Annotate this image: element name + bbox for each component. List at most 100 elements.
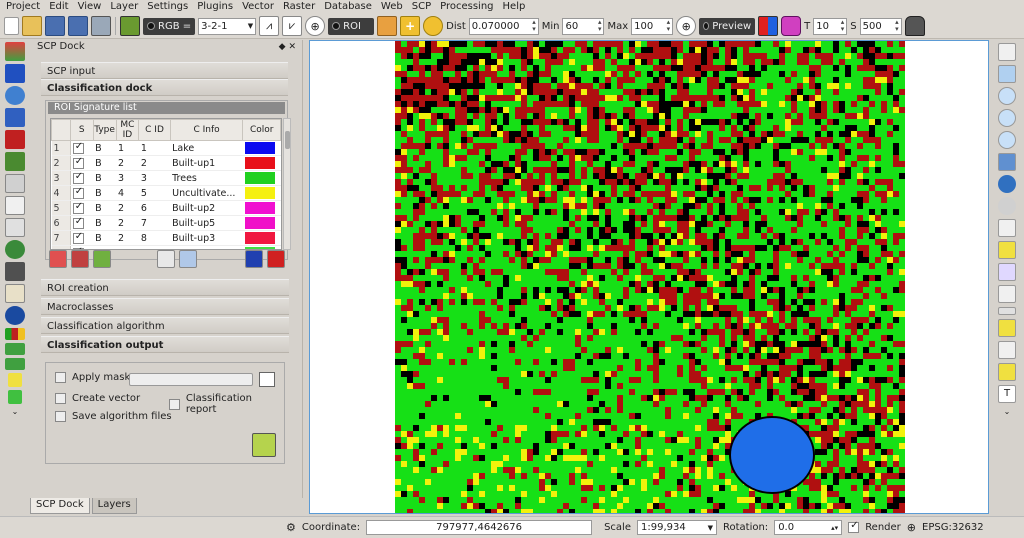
- chart-bars-icon[interactable]: [5, 328, 25, 340]
- table-row[interactable]: 2B22Built-up1: [51, 155, 281, 171]
- checkbox-box[interactable]: [72, 141, 84, 154]
- rotation-spinbox[interactable]: 0.0 ▴▾: [774, 520, 843, 535]
- map-canvas[interactable]: [309, 40, 989, 514]
- checkbox-box[interactable]: [55, 393, 66, 404]
- checkbox-box[interactable]: [72, 201, 84, 214]
- zoom-in-icon[interactable]: [998, 87, 1016, 105]
- checkbox-box[interactable]: [72, 186, 84, 199]
- dist-spinbox[interactable]: 0.070000 ▴ ▾: [468, 17, 539, 35]
- row-color[interactable]: [242, 215, 281, 231]
- text-annotation-icon[interactable]: T: [998, 385, 1016, 403]
- table-row[interactable]: 7B28Built-up3: [51, 230, 281, 246]
- mask-file-input[interactable]: [129, 373, 253, 386]
- scrollbar-thumb[interactable]: [285, 131, 290, 149]
- menu-help[interactable]: Help: [500, 0, 532, 14]
- calculate-signatures-icon[interactable]: [93, 250, 111, 268]
- column-header-type[interactable]: Type: [92, 119, 117, 141]
- new-project-icon[interactable]: [4, 17, 19, 35]
- menu-settings[interactable]: Settings: [144, 0, 194, 14]
- roi-toggle[interactable]: ROI: [328, 17, 375, 35]
- column-header-c-info[interactable]: C Info: [169, 119, 244, 141]
- menu-project[interactable]: Project: [3, 0, 46, 14]
- add-roi-point-icon[interactable]: +: [400, 16, 421, 36]
- menu-processing[interactable]: Processing: [437, 0, 499, 14]
- table-row[interactable]: 4B45Uncultivate...: [51, 185, 281, 201]
- spectral-plot-icon[interactable]: [5, 196, 25, 215]
- run-classification-button[interactable]: [252, 433, 276, 457]
- band-processing-icon[interactable]: [5, 130, 25, 149]
- column-header-color[interactable]: Color: [242, 119, 281, 141]
- checkbox-box[interactable]: [55, 372, 66, 383]
- table-row[interactable]: 1B11Lake: [51, 140, 281, 156]
- band-set-icon[interactable]: [120, 16, 140, 36]
- menu-vector[interactable]: Vector: [239, 0, 280, 14]
- annotation-icon[interactable]: [998, 363, 1016, 381]
- checkbox-box[interactable]: [72, 216, 84, 229]
- render-checkbox[interactable]: [848, 520, 860, 533]
- zoom-full-icon[interactable]: [998, 153, 1016, 171]
- crs-label[interactable]: EPSG:32632: [922, 522, 984, 533]
- table-row[interactable]: 3B33Trees: [51, 170, 281, 186]
- row-select-checkbox[interactable]: [70, 200, 94, 216]
- color-swatch[interactable]: [244, 172, 275, 184]
- pan-hand-icon[interactable]: [998, 43, 1016, 61]
- spectral-signature-plot-icon[interactable]: [157, 250, 175, 268]
- scatter-plot-icon[interactable]: [179, 250, 197, 268]
- menu-raster[interactable]: Raster: [280, 0, 321, 14]
- row-select-checkbox[interactable]: [70, 215, 94, 231]
- chevron-down-icon[interactable]: ⌄: [5, 407, 25, 417]
- color-swatch[interactable]: [244, 217, 275, 229]
- add-layer-icon[interactable]: [8, 373, 22, 387]
- row-color[interactable]: [242, 155, 281, 171]
- postprocessing-icon[interactable]: [5, 152, 25, 171]
- color-swatch[interactable]: [244, 202, 275, 214]
- classification-preview-icon[interactable]: [758, 16, 779, 36]
- scatter-plot-icon[interactable]: [5, 218, 25, 237]
- histogram-stretch-icon[interactable]: ⩘: [259, 16, 280, 36]
- apply-mask-checkbox[interactable]: Apply mask: [55, 372, 130, 383]
- select-features-icon[interactable]: [998, 219, 1016, 237]
- menu-web[interactable]: Web: [378, 0, 409, 14]
- row-select-checkbox[interactable]: [70, 230, 94, 246]
- preview-toggle[interactable]: Preview: [699, 17, 756, 35]
- settings-gear-icon[interactable]: [5, 306, 25, 325]
- row-color[interactable]: [242, 230, 281, 246]
- checkbox-box[interactable]: [55, 411, 66, 422]
- rgb-toggle[interactable]: RGB =: [143, 17, 196, 35]
- redo-preview-icon[interactable]: [781, 16, 802, 36]
- menu-plugins[interactable]: Plugins: [194, 0, 239, 14]
- zoom-to-image-icon[interactable]: ⊕: [305, 16, 326, 36]
- delete-roi-icon[interactable]: [49, 250, 67, 268]
- color-swatch[interactable]: [244, 232, 275, 244]
- raster-tool-2-icon[interactable]: [5, 358, 25, 370]
- t-spinbox[interactable]: 10 ▴ ▾: [813, 17, 848, 35]
- field-calculator-icon[interactable]: [998, 263, 1016, 281]
- menu-scp[interactable]: SCP: [409, 0, 437, 14]
- tab-layers[interactable]: Layers: [91, 498, 137, 514]
- remove-temp-files-icon[interactable]: [904, 16, 925, 36]
- row-select-checkbox[interactable]: [70, 155, 94, 171]
- menu-view[interactable]: View: [75, 0, 108, 14]
- menu-layer[interactable]: Layer: [107, 0, 144, 14]
- raster-tool-icon[interactable]: [5, 343, 25, 355]
- import-signatures-icon[interactable]: [245, 250, 263, 268]
- column-header-c-id[interactable]: C ID: [138, 119, 171, 141]
- checkbox-box[interactable]: [72, 171, 84, 184]
- row-color[interactable]: [242, 185, 281, 201]
- merge-signatures-icon[interactable]: [71, 250, 89, 268]
- pan-to-selection-icon[interactable]: [998, 65, 1016, 83]
- color-swatch[interactable]: [244, 157, 275, 169]
- redo-roi-icon[interactable]: [423, 16, 444, 36]
- print-composer-icon[interactable]: [91, 16, 111, 36]
- open-project-icon[interactable]: [22, 16, 42, 36]
- section-macroclasses[interactable]: Macroclasses: [41, 298, 289, 315]
- bookmark-icon[interactable]: [998, 341, 1016, 359]
- settings-cross-icon[interactable]: [5, 262, 25, 281]
- table-row[interactable]: 6B27Built-up5: [51, 215, 281, 231]
- roi-table-scrollbar[interactable]: [283, 118, 291, 250]
- export-signatures-icon[interactable]: [267, 250, 285, 268]
- user-manual-icon[interactable]: [5, 284, 25, 303]
- layers-stack-icon[interactable]: [5, 42, 25, 61]
- menu-edit[interactable]: Edit: [46, 0, 74, 14]
- row-select-checkbox[interactable]: [70, 140, 94, 156]
